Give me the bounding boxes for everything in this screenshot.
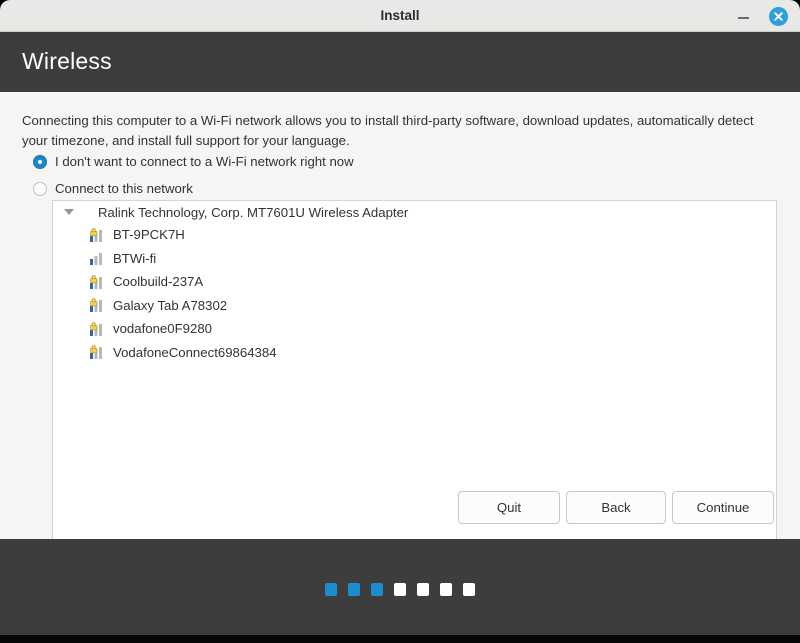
step-dot-6: [440, 583, 452, 596]
radio-option-no-wifi[interactable]: I don't want to connect to a Wi-Fi netwo…: [33, 154, 354, 169]
radio-icon-unselected[interactable]: [33, 181, 47, 196]
list-item[interactable]: vodafone0F9280: [53, 317, 776, 341]
window-title: Install: [380, 8, 420, 23]
network-ssid: BTWi-fi: [113, 250, 157, 266]
radio-icon-selected[interactable]: [33, 154, 47, 169]
wifi-signal-locked-icon: [89, 274, 106, 290]
title-bar: Install: [0, 0, 800, 32]
step-dot-1: [325, 583, 337, 596]
content-area: Connecting this computer to a Wi-Fi netw…: [0, 92, 800, 553]
radio-option-connect[interactable]: Connect to this network: [33, 181, 193, 196]
step-dot-5: [417, 583, 429, 596]
network-ssid: Galaxy Tab A78302: [113, 297, 228, 313]
wifi-signal-locked-icon: [89, 344, 106, 360]
close-icon: [774, 12, 783, 21]
step-dot-3: [371, 583, 383, 596]
minimize-button[interactable]: [734, 6, 754, 26]
continue-button[interactable]: Continue: [672, 491, 774, 524]
step-dot-2: [348, 583, 360, 596]
network-list[interactable]: Ralink Technology, Corp. MT7601U Wireles…: [52, 200, 777, 553]
step-indicator: [0, 583, 800, 596]
back-button[interactable]: Back: [566, 491, 666, 524]
wifi-signal-open-icon: [89, 250, 106, 266]
list-item[interactable]: BT-9PCK7H: [53, 223, 776, 247]
network-ssid: Coolbuild-237A: [113, 274, 204, 290]
quit-button[interactable]: Quit: [458, 491, 560, 524]
screen-bottom-edge: [0, 635, 800, 643]
adapter-row[interactable]: Ralink Technology, Corp. MT7601U Wireles…: [53, 201, 776, 223]
list-item[interactable]: Galaxy Tab A78302: [53, 294, 776, 318]
step-dot-7: [463, 583, 475, 596]
wifi-signal-locked-icon: [89, 227, 106, 243]
radio-label-connect: Connect to this network: [55, 181, 193, 196]
page-header: Wireless: [0, 32, 800, 92]
step-dot-4: [394, 583, 406, 596]
list-item[interactable]: BTWi-fi: [53, 247, 776, 271]
list-item[interactable]: Coolbuild-237A: [53, 270, 776, 294]
wifi-signal-locked-icon: [89, 297, 106, 313]
network-ssid: vodafone0F9280: [113, 321, 212, 337]
wifi-signal-locked-icon: [89, 321, 106, 337]
network-ssid: BT-9PCK7H: [113, 227, 185, 243]
radio-label-no-wifi: I don't want to connect to a Wi-Fi netwo…: [55, 154, 354, 169]
installer-window: Install Wireless Connecting this compute…: [0, 0, 800, 643]
adapter-name: Ralink Technology, Corp. MT7601U Wireles…: [98, 204, 409, 220]
list-item[interactable]: VodafoneConnect69864384: [53, 341, 776, 365]
close-button[interactable]: [769, 7, 788, 26]
intro-text: Connecting this computer to a Wi-Fi netw…: [22, 113, 754, 148]
footer: [0, 539, 800, 635]
chevron-down-icon[interactable]: [64, 209, 74, 215]
page-title: Wireless: [22, 48, 112, 74]
network-ssid: VodafoneConnect69864384: [113, 344, 277, 360]
